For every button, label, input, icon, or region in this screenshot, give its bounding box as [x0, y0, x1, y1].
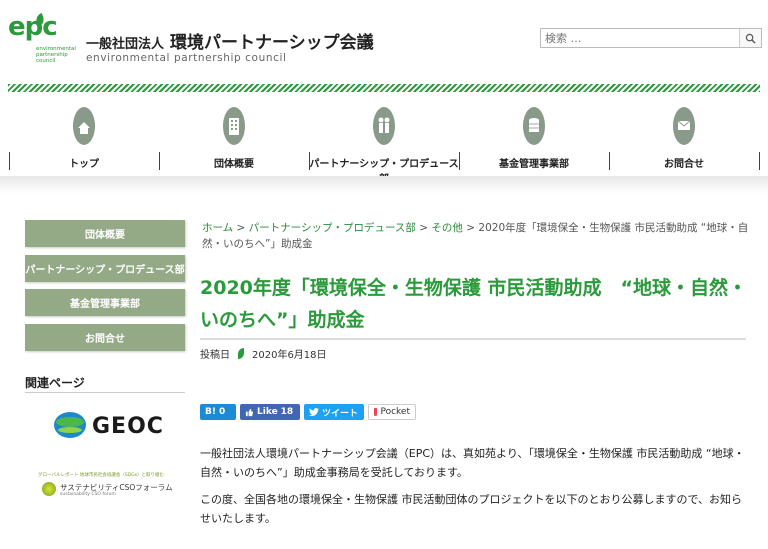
pocket-icon — [374, 408, 378, 416]
logo-mark: epc — [8, 12, 58, 42]
nav-label: 基金管理事業部 — [499, 159, 569, 170]
nav-label: トップ — [69, 159, 99, 170]
sidebar-item-fund[interactable]: 基金管理事業部 — [25, 289, 185, 316]
geoc-banner[interactable]: GEOC — [52, 410, 172, 444]
breadcrumb-dept[interactable]: パートナーシップ・プロデュース部 — [249, 222, 416, 234]
cso-subtitle: sustainability CSO forum — [60, 492, 116, 497]
search-input[interactable] — [541, 29, 737, 47]
main-content: 団体概要 パートナーシップ・プロデュース部 基金管理事業部 お問合せ 関連ページ… — [8, 194, 760, 549]
nav-item-about[interactable]: 団体概要 — [159, 100, 309, 176]
breadcrumb-separator: > — [462, 222, 479, 234]
hatena-icon: B! — [205, 407, 216, 417]
org-name-en: environmental partnership council — [86, 52, 287, 64]
search-icon — [745, 33, 756, 44]
nav-label: お問合せ — [664, 159, 704, 170]
pocket-button[interactable]: Pocket — [368, 404, 416, 420]
pocket-label: Pocket — [380, 407, 410, 417]
like-count: 18 — [280, 407, 294, 417]
breadcrumb-separator: > — [415, 222, 432, 234]
org-title: 環境パートナーシップ会議 — [170, 33, 374, 53]
breadcrumb: ホーム > パートナーシップ・プロデュース部 > その他 > 2020年度「環境… — [202, 220, 750, 252]
org-prefix: 一般社団法人 — [86, 37, 165, 52]
posted-label: 投稿日 — [200, 350, 230, 361]
divider — [25, 392, 185, 393]
site-header: epc environmental partnership council 一般… — [0, 0, 768, 84]
search-button[interactable] — [739, 29, 761, 47]
nav-item-fund[interactable]: 基金管理事業部 — [459, 100, 609, 176]
nav-item-partnership[interactable]: パートナーシップ・プロデュース部 — [309, 100, 459, 185]
article-paragraph: この度、全国各地の環境保全・生物保護 市民活動団体のプロジェクトを以下のとおり公… — [200, 493, 743, 525]
global-nav: トップ 団体概要 パートナーシップ・プロデュース部 基金管理事業部 — [0, 100, 768, 185]
search-box — [540, 28, 762, 48]
people-icon — [373, 107, 395, 145]
sidebar-item-contact[interactable]: お問合せ — [25, 324, 185, 351]
nav-item-contact[interactable]: お問合せ — [609, 100, 759, 176]
logo-subtext: environmental partnership council — [36, 46, 76, 64]
tweet-label: ツイート — [322, 408, 359, 419]
home-icon — [73, 107, 95, 145]
building-icon — [223, 107, 245, 145]
sidebar-item-about[interactable]: 団体概要 — [25, 220, 185, 247]
divider — [200, 338, 746, 340]
cso-logo-icon — [42, 482, 56, 496]
sidebar-item-partnership[interactable]: パートナーシップ・プロデュース部 — [25, 255, 185, 282]
thumbs-up-icon — [245, 408, 254, 416]
related-pages-title: 関連ページ — [25, 376, 85, 390]
posted-date: 2020年6月18日 — [252, 350, 327, 361]
cso-caption: グローバルレポート 地球市民社会協議会（SDGs）と取り組む — [38, 473, 165, 478]
facebook-like-button[interactable]: Like 18 — [240, 404, 300, 420]
geoc-label: GEOC — [92, 414, 164, 439]
page-title: 2020年度「環境保全・生物保護 市民活動助成 “地球・自然・いのちへ”」助成金 — [200, 277, 747, 331]
cso-forum-banner[interactable]: グローバルレポート 地球市民社会協議会（SDGs）と取り組む サステナビリティC… — [38, 472, 188, 512]
post-meta: 投稿日 2020年6月18日 — [200, 346, 327, 361]
twitter-bird-icon — [309, 407, 319, 416]
hatena-count: 0 — [218, 407, 226, 417]
nav-separator — [759, 152, 760, 170]
globe-icon — [54, 412, 86, 438]
breadcrumb-other[interactable]: その他 — [431, 222, 463, 234]
hatena-bookmark-button[interactable]: B! 0 — [200, 404, 236, 420]
leaf-icon — [238, 348, 244, 359]
like-label: Like — [257, 407, 278, 417]
coins-icon — [523, 107, 545, 145]
breadcrumb-home[interactable]: ホーム — [202, 222, 233, 234]
header-stripe — [8, 84, 760, 92]
nav-shadow — [0, 176, 768, 194]
nav-label: 団体概要 — [214, 159, 254, 170]
share-buttons: B! 0 Like 18 ツイート Pocket — [200, 404, 416, 420]
site-logo[interactable]: epc environmental partnership council — [8, 12, 78, 72]
nav-item-top[interactable]: トップ — [9, 100, 159, 176]
mail-icon — [673, 107, 695, 145]
tweet-button[interactable]: ツイート — [304, 404, 364, 420]
breadcrumb-separator: > — [233, 222, 249, 234]
org-name[interactable]: 一般社団法人 環境パートナーシップ会議 — [86, 28, 374, 53]
article-paragraph: 一般社団法人環境パートナーシップ会議（EPC）は、真如苑より、「環境保全・生物保… — [200, 447, 745, 479]
